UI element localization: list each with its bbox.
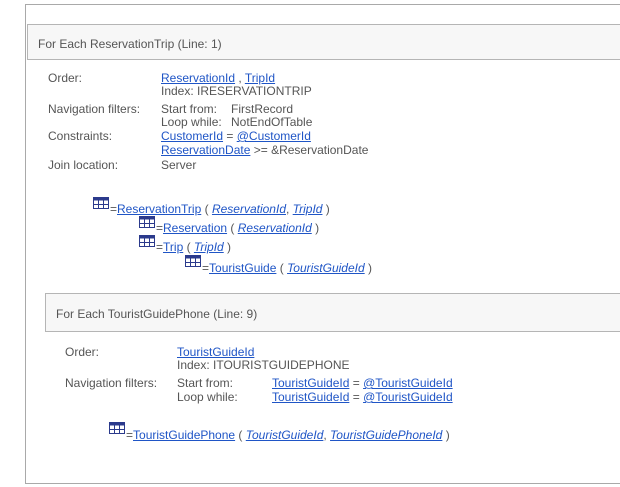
join-location-value: Server <box>161 158 197 172</box>
start-from-value: FirstRecord <box>231 102 294 116</box>
attr-link-reservationid[interactable]: ReservationId <box>161 71 235 85</box>
operator: = <box>349 390 364 404</box>
loop-while-label: Loop while: <box>161 115 222 129</box>
paren-open: ( <box>276 261 288 275</box>
key-link-reservationid[interactable]: ReservationId <box>238 221 312 235</box>
separator: , <box>286 202 293 216</box>
loop-while-label: Loop while: <box>177 390 238 404</box>
key-link-reservationid[interactable]: ReservationId <box>212 202 286 216</box>
tree-row-touristguide: =TouristGuide ( TouristGuideId ) <box>202 261 372 275</box>
key-link-touristguidephoneid[interactable]: TouristGuidePhoneId <box>330 428 442 442</box>
loop-while-value: TouristGuideId = @TouristGuideId <box>272 390 453 404</box>
eq-sign: = <box>156 240 164 254</box>
attr-link-customerid[interactable]: CustomerId <box>161 129 223 143</box>
table-link-touristguidephone[interactable]: TouristGuidePhone <box>133 428 235 442</box>
constraints-label: Constraints: <box>48 129 113 143</box>
tree-row-trip: =Trip ( TripId ) <box>156 240 231 254</box>
eq-sign: = <box>156 221 164 235</box>
var-link-customerid[interactable]: @CustomerId <box>237 129 311 143</box>
paren-open: ( <box>235 428 246 442</box>
key-link-tripid[interactable]: TripId <box>194 240 224 254</box>
attr-link-touristguideid[interactable]: TouristGuideId <box>272 390 349 404</box>
separator: , <box>235 71 245 85</box>
attr-link-reservationdate[interactable]: ReservationDate <box>161 143 250 157</box>
attr-link-touristguideid[interactable]: TouristGuideId <box>177 345 254 359</box>
for-each-header-text: For Each TouristGuidePhone (Line: 9) <box>56 307 258 321</box>
table-link-reservationtrip[interactable]: ReservationTrip <box>117 202 201 216</box>
constraint-1: CustomerId = @CustomerId <box>161 129 311 143</box>
var-link-touristguideid[interactable]: @TouristGuideId <box>363 376 453 390</box>
operator: = <box>223 129 237 143</box>
index-text: Index: IRESERVATIONTRIP <box>161 84 312 98</box>
tree-row-touristguidephone: =TouristGuidePhone ( TouristGuideId, Tou… <box>126 428 450 442</box>
navigation-report-panel: For Each ReservationTrip (Line: 1) Order… <box>25 4 620 484</box>
tree-row-reservation: =Reservation ( ReservationId ) <box>156 221 319 235</box>
paren-open: ( <box>227 221 238 235</box>
order-value: ReservationId , TripId <box>161 71 275 85</box>
paren-close: ) <box>322 202 330 216</box>
paren-open: ( <box>183 240 194 254</box>
var-link-touristguideid[interactable]: @TouristGuideId <box>363 390 453 404</box>
navigation-filters-label: Navigation filters: <box>48 102 141 116</box>
paren-close: ) <box>223 240 232 254</box>
table-icon <box>139 235 155 247</box>
table-icon <box>185 255 201 267</box>
table-link-reservation[interactable]: Reservation <box>163 221 227 235</box>
for-each-header-reservationtrip: For Each ReservationTrip (Line: 1) <box>27 24 620 60</box>
key-link-tripid[interactable]: TripId <box>293 202 323 216</box>
operator: = <box>349 376 364 390</box>
paren-close: ) <box>442 428 450 442</box>
paren-close: ) <box>311 221 320 235</box>
order-value: TouristGuideId <box>177 345 254 359</box>
attr-link-tripid[interactable]: TripId <box>245 71 275 85</box>
attr-link-touristguideid[interactable]: TouristGuideId <box>272 376 349 390</box>
table-icon <box>93 197 109 209</box>
for-each-header-touristguidephone: For Each TouristGuidePhone (Line: 9) <box>45 293 620 332</box>
start-from-value: TouristGuideId = @TouristGuideId <box>272 376 453 390</box>
table-icon <box>139 216 155 228</box>
start-from-label: Start from: <box>161 102 218 116</box>
eq-sign: = <box>126 428 134 442</box>
constraint-2-rest: >= &ReservationDate <box>250 143 369 157</box>
eq-sign: = <box>202 261 210 275</box>
tree-row-reservationtrip: =ReservationTrip ( ReservationId, TripId… <box>110 202 330 216</box>
table-link-touristguide[interactable]: TouristGuide <box>209 261 276 275</box>
index-text: Index: ITOURISTGUIDEPHONE <box>177 358 350 372</box>
key-link-touristguideid[interactable]: TouristGuideId <box>246 428 324 442</box>
join-location-label: Join location: <box>48 158 119 172</box>
order-label: Order: <box>48 71 83 85</box>
for-each-header-text: For Each ReservationTrip (Line: 1) <box>38 37 222 51</box>
table-link-trip[interactable]: Trip <box>163 240 183 254</box>
paren-open: ( <box>201 202 212 216</box>
table-icon <box>109 422 125 434</box>
order-label: Order: <box>65 345 100 359</box>
paren-close: ) <box>364 261 373 275</box>
key-link-touristguideid[interactable]: TouristGuideId <box>287 261 365 275</box>
navigation-filters-label: Navigation filters: <box>65 376 158 390</box>
start-from-label: Start from: <box>177 376 234 390</box>
constraint-2: ReservationDate >= &ReservationDate <box>161 143 368 157</box>
loop-while-value: NotEndOfTable <box>231 115 313 129</box>
eq-sign: = <box>110 202 118 216</box>
